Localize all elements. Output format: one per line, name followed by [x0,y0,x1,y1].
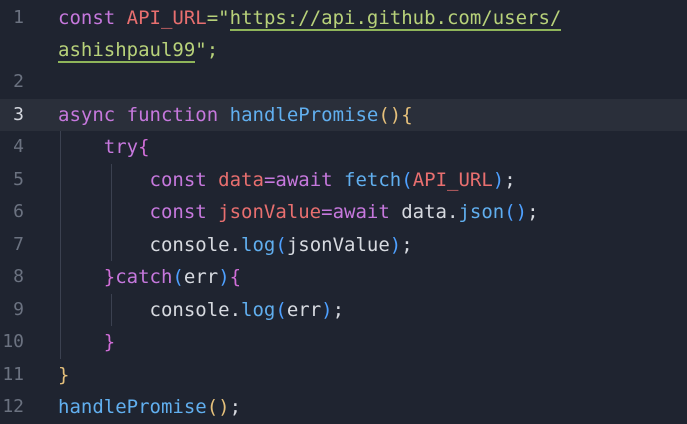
code-line-9[interactable]: 9 console.log(err); [0,294,687,326]
code-line-6[interactable]: 6 const jsonValue=await data.json(); [0,196,687,228]
code-line-2[interactable]: 2 [0,66,687,98]
line-number: 12 [2,396,24,417]
identifier-token: data [218,169,264,191]
function-token: log [241,234,276,256]
code-text: const jsonValue=await data.json(); [149,201,539,223]
code-text: } [58,364,70,386]
identifier-token: jsonValue [286,234,390,256]
url-link[interactable]: https://api.github.com/users/ [229,7,562,31]
function-token: json [458,201,505,223]
keyword-token: const [58,7,116,29]
line-number: 8 [13,266,24,287]
line-number: 10 [2,331,24,352]
identifier-token: err [286,299,322,321]
code-line-5[interactable]: 5 const data=await fetch(API_URL); [0,164,687,196]
indent-guide [111,294,112,326]
identifier-token: data [401,201,447,223]
code-text: ashishpaul99"; [58,34,218,66]
identifier-token: console [149,234,230,256]
indent-guide [60,131,61,359]
function-token: fetch [344,169,402,191]
code-editor[interactable]: 1 const API_URL="https://api.github.com/… [0,0,687,424]
keyword-token: await [275,169,333,191]
identifier-token: err [183,266,219,288]
code-line-1[interactable]: 1 const API_URL="https://api.github.com/… [0,2,687,34]
code-line-7[interactable]: 7 console.log(jsonValue); [0,229,687,261]
url-link[interactable]: ashishpaul99 [58,39,196,63]
code-text: }catch(err){ [103,266,242,288]
identifier-token: API_URL [126,7,207,29]
code-line-1-wrap[interactable]: ashishpaul99"; [0,34,687,66]
code-text: } [103,331,116,353]
keyword-token: function [126,104,219,126]
line-number: 9 [13,299,24,320]
code-line-3[interactable]: 3 async function handlePromise(){ [0,99,687,131]
keyword-token: const [149,169,207,191]
function-token: handlePromise [58,396,207,418]
code-line-10[interactable]: 10 } [0,326,687,358]
keyword-token: await [332,201,390,223]
line-number: 2 [13,71,24,92]
keyword-token: try [103,136,139,158]
function-token: log [241,299,276,321]
keyword-token: catch [115,266,173,288]
line-number: 1 [13,7,24,28]
code-line-12[interactable]: 12 handlePromise(); [0,391,687,423]
identifier-token: jsonValue [218,201,322,223]
identifier-token: console [149,299,230,321]
line-number: 6 [13,201,24,222]
string-token: =" [206,7,230,29]
code-text: async function handlePromise(){ [58,104,413,126]
line-number: 4 [13,136,24,157]
code-text: try{ [103,136,150,158]
line-number: 3 [13,104,24,125]
code-text: console.log(err); [149,299,345,321]
string-token: "; [195,39,219,61]
line-number: 11 [2,364,24,385]
function-token: handlePromise [229,104,379,126]
identifier-token: API_URL [412,169,493,191]
line-number: 7 [13,234,24,255]
code-text: const API_URL="https://api.github.com/us… [58,2,562,34]
keyword-token: const [149,201,207,223]
line-number: 5 [13,169,24,190]
code-text: handlePromise(); [58,396,242,418]
indent-guide [111,164,112,261]
code-line-11[interactable]: 11 } [0,359,687,391]
code-text: const data=await fetch(API_URL); [149,169,516,191]
code-line-4[interactable]: 4 try{ [0,131,687,163]
keyword-token: async [58,104,116,126]
code-line-8[interactable]: 8 }catch(err){ [0,261,687,293]
